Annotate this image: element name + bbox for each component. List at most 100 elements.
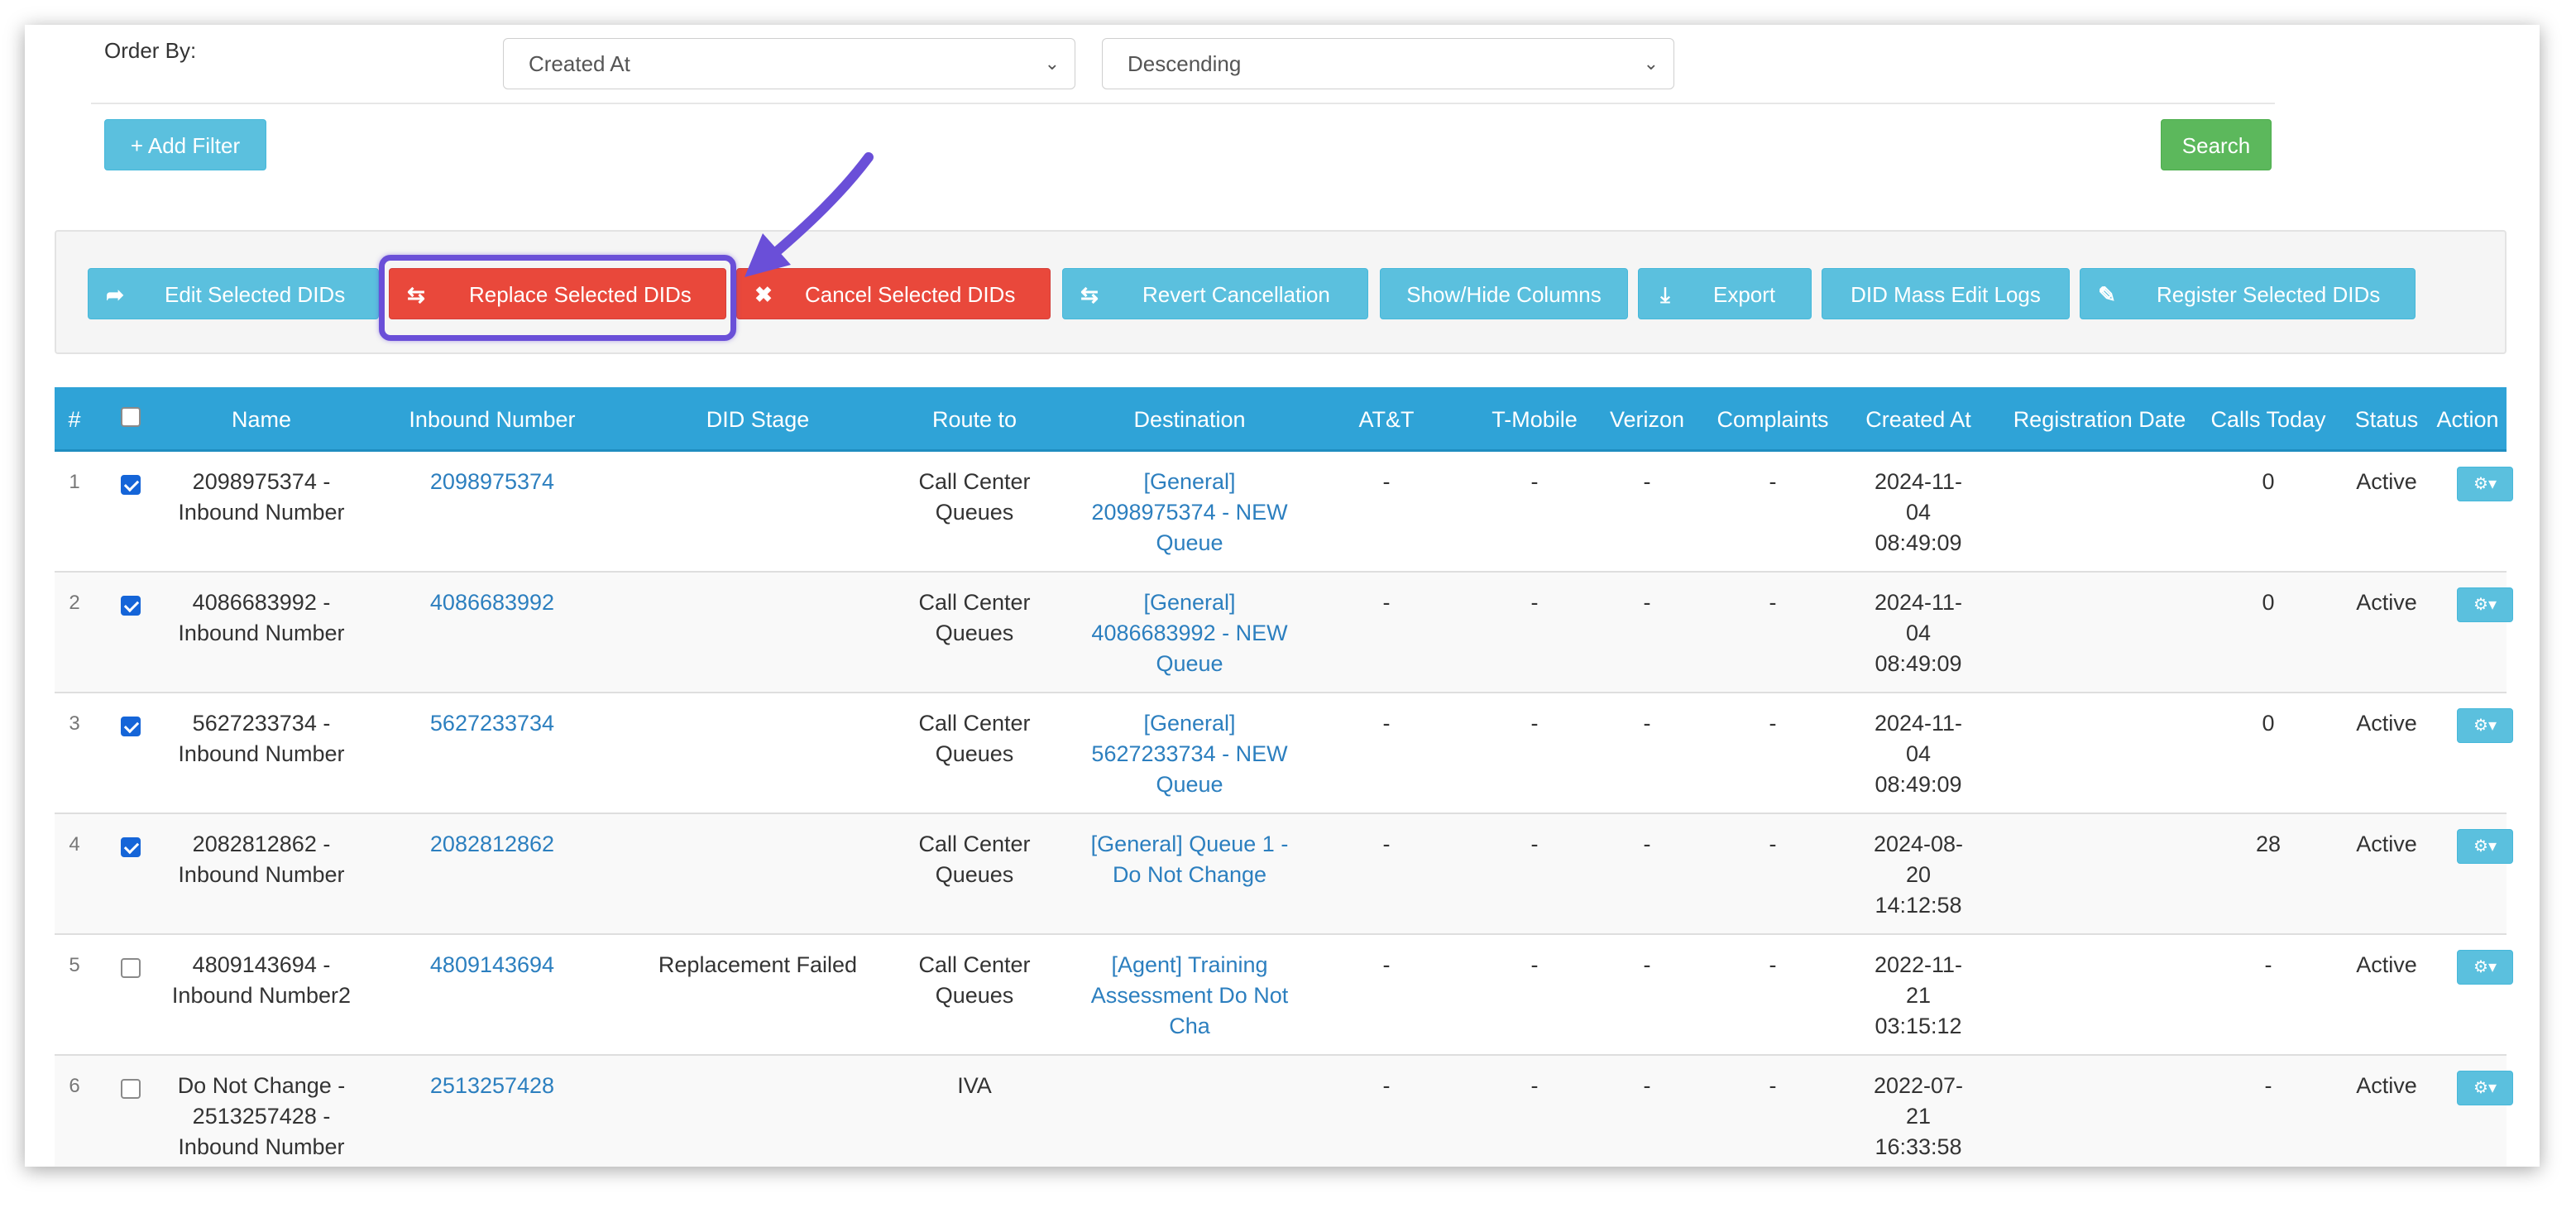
created-at-line: 08:49:09 — [1875, 530, 1962, 555]
row-checkbox[interactable] — [121, 1079, 141, 1099]
tmobile-value: - — [1482, 950, 1587, 980]
complaints-value: - — [1706, 467, 1840, 497]
row-action-button[interactable]: ⚙▾ — [2457, 587, 2513, 622]
verizon-value-line: - — [1643, 832, 1651, 856]
route-to: Call Center Queues — [892, 467, 1057, 528]
destination-link[interactable]: [General] Queue 1 - Do Not Change — [1082, 829, 1297, 890]
tmobile-value: - — [1482, 829, 1587, 860]
destination-link-line: [Agent] Training — [1111, 952, 1268, 977]
destination-link-line: 5627233734 - NEW — [1091, 741, 1288, 766]
order-field-select[interactable]: Created At ⌄ — [503, 38, 1075, 89]
did-mass-edit-logs-button[interactable]: DID Mass Edit Logs — [1822, 268, 2070, 319]
row-number-line: 5 — [69, 954, 80, 976]
row-checkbox[interactable] — [121, 596, 141, 616]
select-all-checkbox[interactable] — [121, 407, 141, 427]
did-name-line: Inbound Number — [178, 862, 345, 887]
route-to-line: Queues — [935, 862, 1014, 887]
row-number-line: 1 — [69, 471, 80, 493]
created-at-line: 04 — [1905, 741, 1932, 766]
destination-link[interactable]: [General] 2098975374 - NEW Queue — [1082, 467, 1297, 558]
inbound-number-link[interactable]: 5627233734 — [385, 708, 599, 739]
created-at-line: 20 — [1905, 862, 1932, 887]
verizon-value: - — [1595, 1071, 1699, 1101]
destination-link[interactable]: [General] 4086683992 - NEW Queue — [1082, 587, 1297, 679]
status-value: Active — [2343, 467, 2430, 497]
calls-today-line: 0 — [2262, 711, 2275, 736]
complaints-value: - — [1706, 950, 1840, 980]
row-number: 2 — [55, 587, 94, 618]
inbound-number-link[interactable]: 4809143694 — [385, 950, 599, 980]
att-value-line: - — [1382, 832, 1391, 856]
verizon-value-line: - — [1643, 469, 1651, 494]
att-value-line: - — [1382, 1073, 1391, 1098]
add-filter-label: + Add Filter — [130, 133, 241, 158]
created-at-line: 2022-11- — [1874, 952, 1963, 977]
calls-today-line: 28 — [2255, 832, 2282, 856]
show-hide-columns-label: Show/Hide Columns — [1406, 282, 1602, 307]
destination-link-line: Queue — [1156, 530, 1223, 555]
did-name-line: Do Not Change - — [177, 1073, 346, 1098]
row-action-button[interactable]: ⚙▾ — [2457, 467, 2513, 501]
row-checkbox[interactable] — [121, 717, 141, 736]
row-action-button[interactable]: ⚙▾ — [2457, 708, 2513, 743]
created-at-line: 03:15:12 — [1875, 1014, 1962, 1038]
did-name-line: 2513257428 - — [192, 1104, 331, 1129]
route-to-line: Queues — [935, 983, 1014, 1008]
calls-today-line: - — [2264, 952, 2272, 977]
did-name: 4086683992 - Inbound Number — [170, 587, 352, 649]
did-name-line: Inbound Number2 — [171, 983, 352, 1008]
inbound-number-link[interactable]: 4086683992 — [385, 587, 599, 618]
inbound-number-link[interactable]: 2082812862 — [385, 829, 599, 860]
header-number: # — [68, 407, 81, 432]
verizon-value: - — [1595, 950, 1699, 980]
destination-link-line: 4086683992 - NEW — [1091, 621, 1288, 645]
complaints-value-line: - — [1769, 832, 1777, 856]
add-filter-button[interactable]: + Add Filter — [104, 119, 266, 170]
created-at-line: 04 — [1905, 621, 1932, 645]
order-direction-select[interactable]: Descending ⌄ — [1102, 38, 1674, 89]
status-value: Active — [2343, 708, 2430, 739]
row-number-line: 6 — [69, 1075, 80, 1097]
att-value: - — [1345, 1071, 1428, 1101]
row-number-line: 4 — [69, 833, 80, 856]
destination-link[interactable]: [Agent] Training Assessment Do Not Cha — [1082, 950, 1297, 1042]
route-to-line: IVA — [957, 1073, 992, 1098]
inbound-number-link[interactable]: 2098975374 — [385, 467, 599, 497]
edit-selected-button[interactable]: ➦ Edit Selected DIDs — [88, 268, 379, 319]
tmobile-value-line: - — [1530, 952, 1539, 977]
register-selected-button[interactable]: ✎ Register Selected DIDs — [2080, 268, 2416, 319]
verizon-value: - — [1595, 467, 1699, 497]
did-table: # Name Inbound Number DID Stage Route to… — [55, 387, 2513, 1167]
created-at-line: 2024-08- — [1873, 832, 1964, 856]
row-action-button[interactable]: ⚙▾ — [2457, 1071, 2513, 1105]
destination-link[interactable]: [General] 5627233734 - NEW Queue — [1082, 708, 1297, 800]
header-action: Action — [2436, 407, 2499, 432]
row-action-button[interactable]: ⚙▾ — [2457, 950, 2513, 985]
search-button[interactable]: Search — [2161, 119, 2272, 170]
did-name-line: 4809143694 - — [192, 952, 331, 977]
header-calls-today: Calls Today — [2210, 407, 2326, 432]
header-verizon: Verizon — [1609, 407, 1685, 432]
select-all-cell — [94, 387, 169, 452]
export-button[interactable]: ⤓ Export — [1638, 268, 1812, 319]
revert-cancellation-button[interactable]: ⇆ Revert Cancellation — [1062, 268, 1368, 319]
table-row: 4 2082812862 - Inbound Number 2082812862 Cal… — [55, 814, 2513, 935]
route-to-line: Queues — [935, 500, 1014, 525]
row-checkbox[interactable] — [121, 837, 141, 857]
calls-today-line: 0 — [2262, 590, 2275, 615]
search-label: Search — [2181, 133, 2251, 158]
inbound-number-link[interactable]: 2513257428 — [385, 1071, 599, 1101]
show-hide-columns-button[interactable]: Show/Hide Columns — [1380, 268, 1628, 319]
created-at-line: 21 — [1905, 1104, 1932, 1129]
att-value-line: - — [1382, 590, 1391, 615]
did-stage-line: Replacement Failed — [658, 952, 858, 977]
row-checkbox[interactable] — [121, 958, 141, 978]
replace-selected-button[interactable]: ⇆ Replace Selected DIDs — [389, 268, 726, 319]
row-action-button[interactable]: ⚙▾ — [2457, 829, 2513, 864]
header-did-stage: DID Stage — [706, 407, 810, 432]
row-checkbox[interactable] — [121, 475, 141, 495]
destination-link-line: Queue — [1156, 651, 1223, 676]
did-name: 5627233734 - Inbound Number — [170, 708, 352, 769]
table-row: 3 5627233734 - Inbound Number 5627233734 Cal… — [55, 693, 2513, 814]
created-at-line: 04 — [1905, 500, 1932, 525]
